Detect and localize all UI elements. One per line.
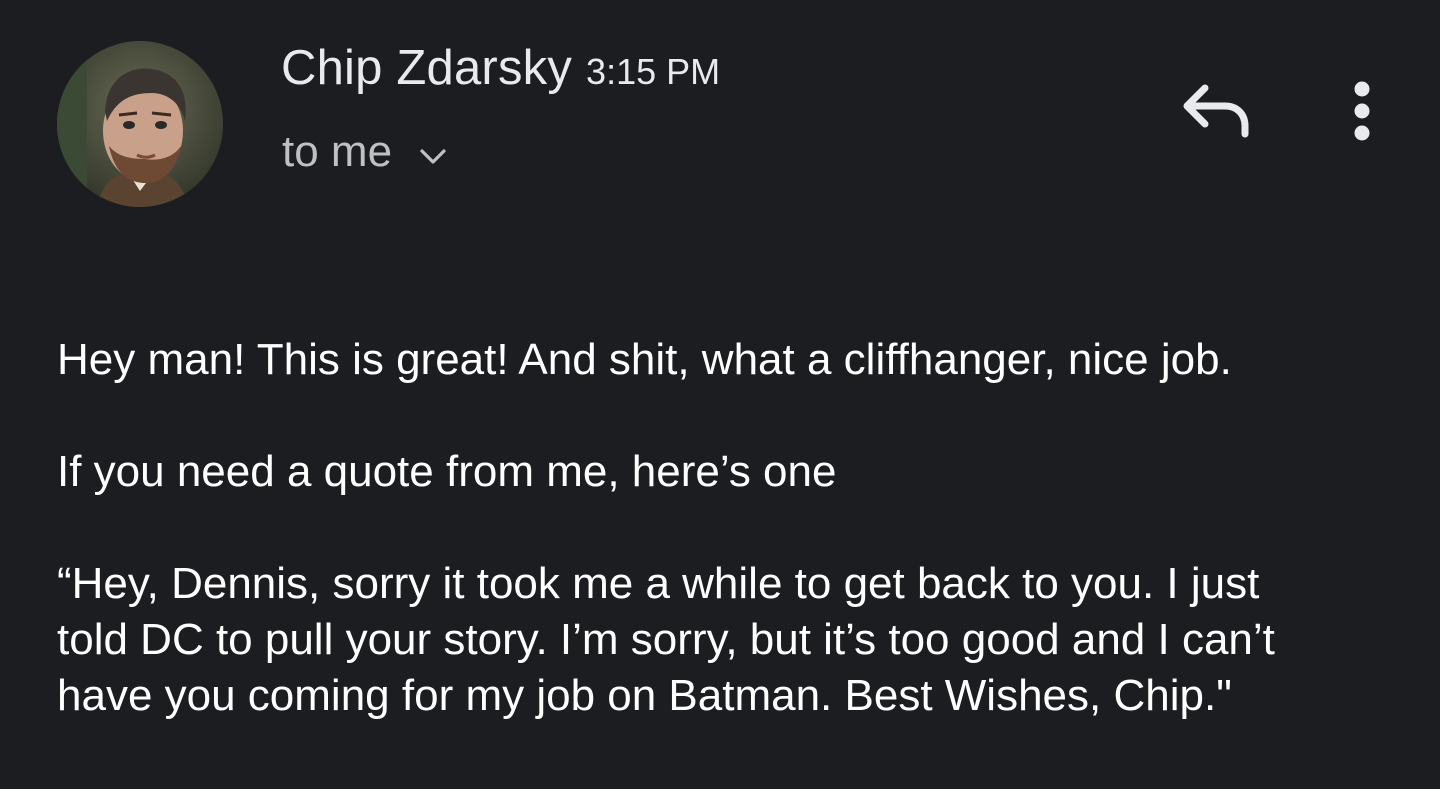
reply-icon [1183,84,1249,138]
more-options-button[interactable] [1335,76,1389,146]
quote-line: “Hey, Dennis, sorry it took me a while t… [57,559,1260,608]
message-quote: “Hey, Dennis, sorry it took me a while t… [57,556,1397,724]
chevron-down-icon [418,137,448,167]
message-body: Hey man! This is great! And shit, what a… [57,332,1397,724]
sender-avatar[interactable] [57,41,223,207]
quote-line: have you coming for my job on Batman. Be… [57,671,1232,720]
message-time: 3:15 PM [586,51,721,92]
message-paragraph: If you need a quote from me, here’s one [57,447,837,496]
sender-line: Chip Zdarsky 3:15 PM [281,38,720,98]
recipient-text: to me [282,127,393,176]
recipient-details-toggle[interactable]: to me [282,122,448,182]
avatar-photo [57,41,223,207]
more-vertical-icon [1354,81,1370,141]
reply-button[interactable] [1175,78,1255,142]
quote-line: told DC to pull your story. I’m sorry, b… [57,615,1275,664]
message-paragraph: Hey man! This is great! And shit, what a… [57,335,1232,384]
email-header: Chip Zdarsky 3:15 PM to me [0,0,1440,230]
sender-name[interactable]: Chip Zdarsky [281,41,572,95]
